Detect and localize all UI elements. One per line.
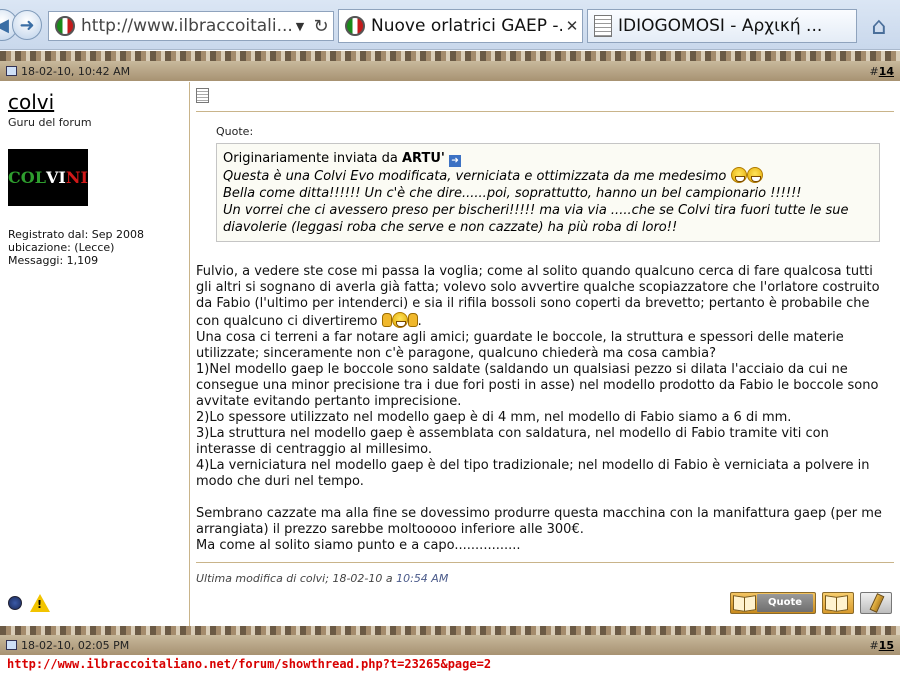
post-header: 18-02-10, 02:05 PM #15 (0, 635, 900, 655)
document-icon (594, 15, 612, 37)
quote-button-label: Quote (757, 594, 813, 612)
forward-arrow-icon[interactable]: ➜ (12, 10, 42, 40)
home-icon[interactable]: ⌂ (862, 10, 896, 42)
report-post-icon[interactable]: ! (30, 594, 50, 612)
post-status-icon (6, 640, 17, 650)
view-post-arrow-icon[interactable]: ➜ (449, 155, 462, 167)
avatar[interactable]: COL VI NI (8, 149, 88, 206)
status-bar-url: http://www.ilbraccoitaliano.net/forum/sh… (7, 657, 492, 671)
last-edit-time: 10:54 AM (396, 572, 449, 585)
avatar-text-part: COL (8, 168, 46, 187)
divider (196, 111, 894, 112)
message-paragraph: Una cosa ci terreni a far notare agli am… (196, 330, 844, 361)
last-edit-note: Ultima modifica di colvi; 18-02-10 a 10:… (196, 572, 449, 585)
laugh-smiley-icon (730, 167, 747, 183)
quote-line: Un vorrei che ci avessero preso per bisc… (223, 203, 849, 235)
author-stats: Registrato dal: Sep 2008 ubicazione: (Le… (8, 228, 181, 267)
message-paragraph: Fulvio, a vedere ste cose mi passa la vo… (196, 264, 880, 329)
post-date: 18-02-10, 10:42 AM (6, 65, 869, 78)
offline-status-icon (8, 596, 22, 610)
post-number-link[interactable]: 14 (879, 65, 894, 78)
post-date: 18-02-10, 02:05 PM (6, 639, 869, 652)
laugh-smiley-icon (746, 167, 763, 183)
tab-idiogomosi[interactable]: IDIOGOMOSI - Αρχική ... (587, 9, 857, 43)
post-number-link[interactable]: 15 (879, 639, 894, 652)
message-paragraph: Sembrano cazzate ma alla fine se dovessi… (196, 506, 882, 537)
author-location: ubicazione: (Lecce) (8, 241, 115, 254)
quote-line: Bella come ditta!!!!!! Un c'è che dire..… (223, 186, 802, 201)
post-icon (196, 88, 209, 103)
post-number: #15 (869, 638, 894, 652)
message-paragraph: 2)Lo spessore utilizzato nel modello gae… (196, 410, 792, 425)
avatar-text-part: VI (45, 168, 66, 187)
quote-author: ARTU' (402, 151, 445, 166)
tab-favicon (345, 16, 365, 36)
address-bar[interactable]: http://www.ilbraccoitali... ▼ ↻ (48, 11, 334, 41)
chevron-down-icon[interactable]: ▼ (291, 20, 309, 33)
tab-label: Nuove orlatrici GAEP -... (371, 16, 562, 36)
quote-origin: Originariamente inviata da ARTU' ➜ (223, 150, 873, 167)
author-panel: colvi Guru del forum COL VI NI Registrato … (0, 82, 190, 626)
post-header: 18-02-10, 10:42 AM #14 (0, 61, 900, 81)
open-book-icon (731, 594, 757, 612)
divider (196, 562, 894, 563)
thumbs-up-icon (381, 313, 392, 327)
tab-label: IDIOGOMOSI - Αρχική ... (618, 16, 823, 36)
message-paragraph: 1)Nel modello gaep le boccole sono salda… (196, 362, 879, 409)
pencil-icon (869, 593, 885, 613)
author-messages: Messaggi: 1,109 (8, 254, 99, 267)
author-registered: Registrato dal: Sep 2008 (8, 228, 145, 241)
quote-label: Quote: (216, 125, 254, 138)
open-book-icon (823, 594, 849, 612)
quote-button[interactable]: Quote (730, 592, 816, 614)
post-status-icon (6, 66, 17, 76)
laugh-smiley-icon (391, 312, 408, 328)
status-icons: ! (8, 594, 50, 612)
site-favicon (55, 16, 75, 36)
thumbs-up-icon (407, 313, 418, 327)
edit-post-button[interactable] (860, 592, 892, 614)
multiquote-button[interactable] (822, 592, 854, 614)
post-content: Quote: Originariamente inviata da ARTU' … (190, 82, 900, 626)
message-paragraph: Ma come al solito siamo punto e a capo..… (196, 538, 521, 553)
post-body: colvi Guru del forum COL VI NI Registrato … (0, 82, 900, 626)
post-message: Fulvio, a vedere ste cose mi passa la vo… (196, 264, 894, 554)
quote-box: Originariamente inviata da ARTU' ➜ Quest… (216, 143, 880, 242)
quote-line: Questa è una Colvi Evo modificata, verni… (223, 167, 873, 185)
address-url[interactable]: http://www.ilbraccoitali... (81, 16, 291, 36)
refresh-icon[interactable]: ↻ (309, 16, 333, 37)
post-actions: Quote (730, 592, 892, 614)
author-title: Guru del forum (8, 116, 92, 129)
tab-nuove-orlatrici[interactable]: Nuove orlatrici GAEP -... ✕ (338, 9, 583, 43)
message-paragraph: 4)La verniciatura nel modello gaep è del… (196, 458, 870, 489)
close-icon[interactable]: ✕ (562, 17, 582, 35)
browser-toolbar: ◀ ➜ http://www.ilbraccoitali... ▼ ↻ Nuov… (0, 0, 900, 50)
quote-intro: Originariamente inviata da (223, 151, 398, 166)
message-paragraph: 3)La struttura nel modello gaep è assemb… (196, 426, 829, 457)
post-number: #14 (869, 64, 894, 78)
quote-block: Quote: Originariamente inviata da ARTU' … (216, 125, 880, 242)
author-name[interactable]: colvi (8, 90, 181, 114)
avatar-text-part: NI (65, 168, 88, 187)
